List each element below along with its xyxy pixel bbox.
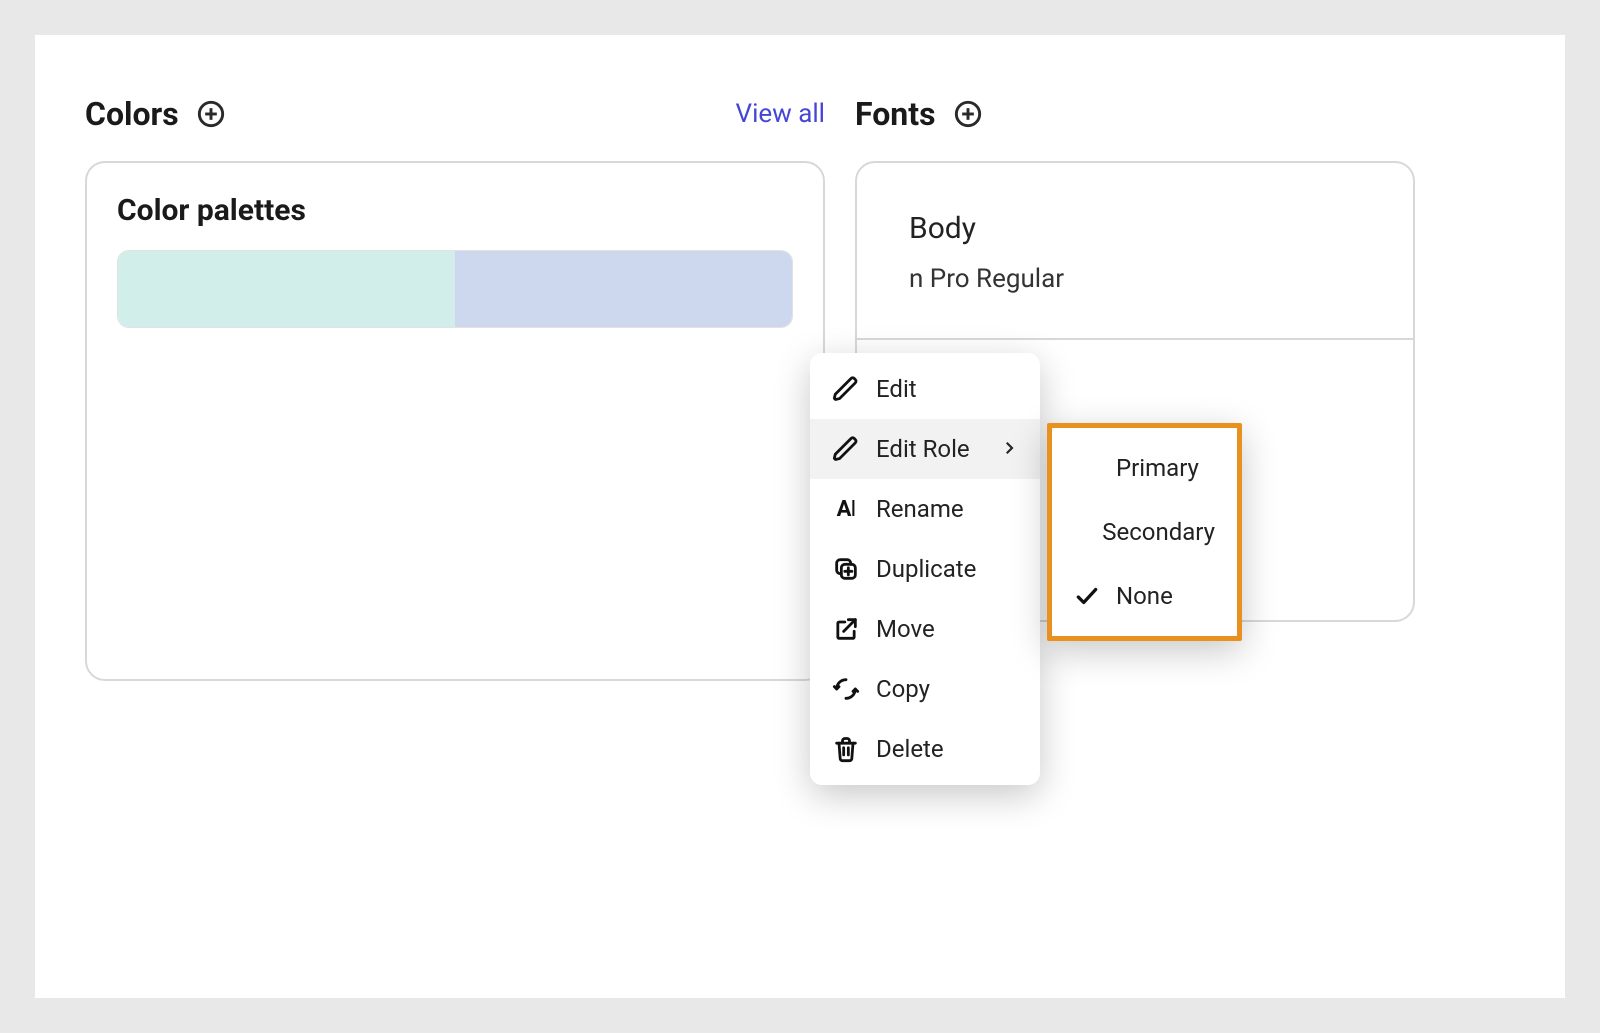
move-icon xyxy=(832,615,860,643)
menu-item-rename[interactable]: AI Rename xyxy=(810,479,1040,539)
plus-circle-icon xyxy=(197,100,225,128)
menu-label-rename: Rename xyxy=(876,495,964,523)
color-swatch-1[interactable] xyxy=(118,251,455,327)
trash-icon xyxy=(832,735,860,763)
color-palettes-title: Color palettes xyxy=(117,193,793,228)
font-entry[interactable]: Body n Pro Regular xyxy=(887,193,1383,294)
context-menu: Edit Edit Role AI Rename Duplicate Mov xyxy=(810,353,1040,785)
menu-item-edit-role[interactable]: Edit Role xyxy=(810,419,1040,479)
plus-circle-icon xyxy=(954,100,982,128)
copy-icon xyxy=(832,675,860,703)
menu-item-delete[interactable]: Delete xyxy=(810,719,1040,779)
app-canvas: Colors View all Color palettes Fonts xyxy=(35,35,1565,998)
edit-role-submenu: Primary Secondary None xyxy=(1047,423,1242,641)
submenu-item-none[interactable]: None xyxy=(1052,564,1237,628)
rename-icon: AI xyxy=(832,495,860,523)
font-role-label: Body xyxy=(909,211,1383,246)
menu-label-edit: Edit xyxy=(876,375,917,403)
colors-title-group: Colors xyxy=(85,95,227,133)
submenu-label-primary: Primary xyxy=(1116,454,1199,482)
menu-item-duplicate[interactable]: Duplicate xyxy=(810,539,1040,599)
color-palette-bar[interactable] xyxy=(117,250,793,328)
duplicate-icon xyxy=(832,555,860,583)
pencil-icon xyxy=(832,435,860,463)
check-icon xyxy=(1074,583,1100,609)
view-all-link[interactable]: View all xyxy=(736,99,825,129)
chevron-right-icon xyxy=(1000,435,1018,463)
sections-row: Colors View all Color palettes Fonts xyxy=(85,95,1515,681)
colors-title: Colors xyxy=(85,95,179,133)
menu-label-move: Move xyxy=(876,615,935,643)
submenu-label-none: None xyxy=(1116,582,1173,610)
menu-label-delete: Delete xyxy=(876,735,944,763)
menu-label-edit-role: Edit Role xyxy=(876,435,970,463)
colors-section: Colors View all Color palettes xyxy=(85,95,825,681)
menu-label-duplicate: Duplicate xyxy=(876,555,976,583)
add-color-button[interactable] xyxy=(195,98,227,130)
add-font-button[interactable] xyxy=(952,98,984,130)
submenu-label-secondary: Secondary xyxy=(1102,518,1215,546)
pencil-icon xyxy=(832,375,860,403)
fonts-title: Fonts xyxy=(855,95,936,133)
menu-item-move[interactable]: Move xyxy=(810,599,1040,659)
colors-card: Color palettes xyxy=(85,161,825,681)
fonts-header: Fonts xyxy=(855,95,1515,133)
color-swatch-2[interactable] xyxy=(455,251,792,327)
submenu-item-primary[interactable]: Primary xyxy=(1052,436,1237,500)
submenu-item-secondary[interactable]: Secondary xyxy=(1052,500,1237,564)
font-name-label: n Pro Regular xyxy=(909,264,1383,294)
menu-label-copy: Copy xyxy=(876,675,930,703)
fonts-title-group: Fonts xyxy=(855,95,984,133)
menu-item-edit[interactable]: Edit xyxy=(810,359,1040,419)
menu-item-copy[interactable]: Copy xyxy=(810,659,1040,719)
colors-header: Colors View all xyxy=(85,95,825,133)
